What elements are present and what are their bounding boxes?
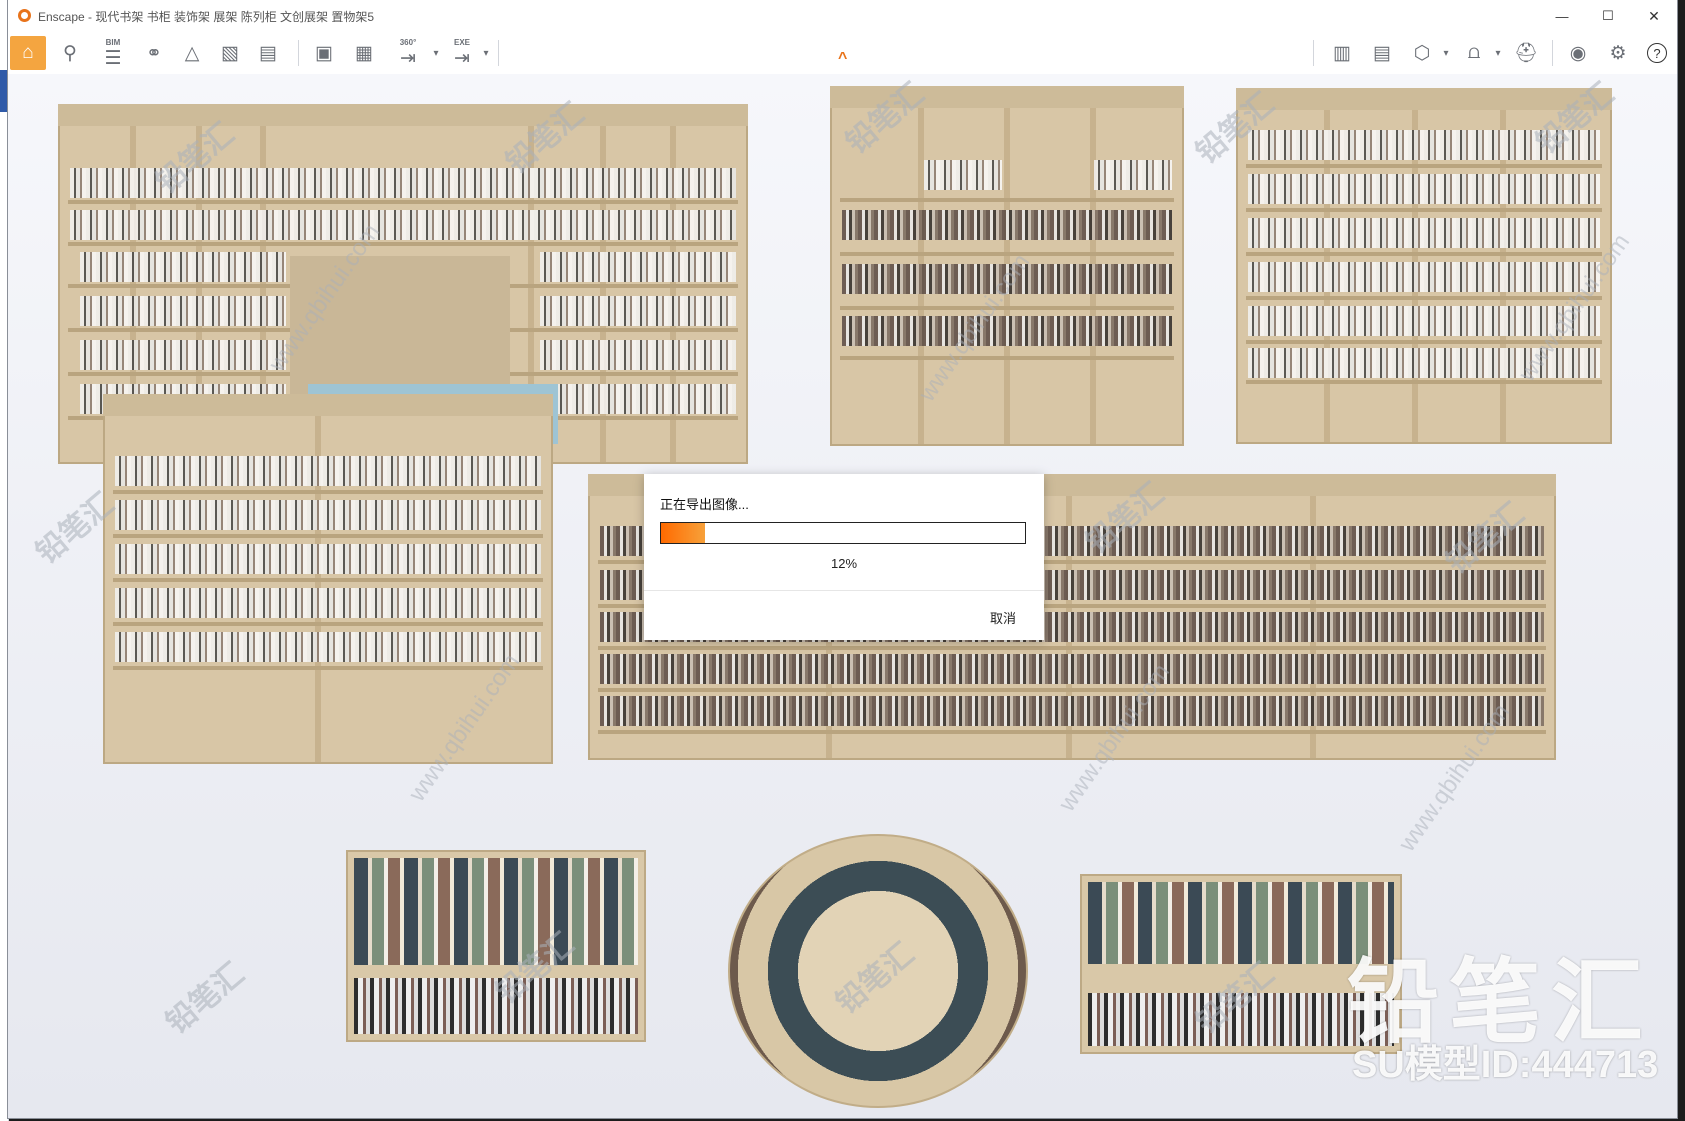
exe-export-button[interactable]: EXE ⇥: [444, 36, 480, 70]
bim-list-icon: ☰: [104, 47, 122, 69]
atmosphere-button[interactable]: △: [176, 36, 208, 70]
view-management-button[interactable]: ⚲: [54, 36, 86, 70]
toolbar-separator: [498, 40, 499, 66]
exe-dropdown[interactable]: ▾: [480, 36, 492, 70]
settings-button[interactable]: ⚙: [1602, 36, 1634, 70]
asset-library-button[interactable]: ▤: [1366, 36, 1398, 70]
dialog-title: 正在导出图像...: [660, 497, 749, 512]
bookcase-top-right: [1236, 88, 1612, 444]
chevron-down-icon: ▾: [1495, 47, 1501, 59]
vr-dropdown[interactable]: ▾: [1492, 36, 1504, 70]
batch-image-icon: ▦: [355, 42, 373, 64]
cancel-button[interactable]: 取消: [990, 608, 1016, 627]
toolbar-separator: [1552, 40, 1553, 66]
home-icon: ⌂: [22, 42, 34, 63]
panorama-label: 360°: [399, 38, 417, 47]
bim-button[interactable]: BIM ☰: [96, 36, 130, 70]
export-icon: ⇥: [454, 47, 470, 69]
box-icon: ⬡: [1413, 42, 1431, 64]
headset-icon: ⛑: [1513, 43, 1539, 64]
collapse-toolbar-icon[interactable]: ^: [838, 50, 847, 68]
title-bar[interactable]: Enscape - 现代书架 书柜 装饰架 展架 陈列柜 文创展架 置物架5 —…: [8, 0, 1677, 32]
progress-fill: [661, 523, 705, 543]
background-window-tab: [0, 70, 8, 112]
help-icon: ?: [1647, 43, 1667, 63]
bookcase-front-left: [103, 394, 553, 764]
materials-button[interactable]: ▧: [214, 36, 246, 70]
progress-percent: 12%: [830, 556, 858, 571]
section-dropdown[interactable]: ▾: [1440, 36, 1452, 70]
dialog-separator: [644, 590, 1044, 591]
section-box-button[interactable]: ⬡: [1406, 36, 1438, 70]
map-icon: ▥: [1333, 42, 1351, 64]
display-table-left: [346, 850, 646, 1042]
enscape-logo-icon: [18, 9, 31, 22]
chevron-down-icon: ▾: [1443, 47, 1449, 59]
asset-library-icon: ▤: [1373, 42, 1391, 64]
toolbar-separator: [1313, 40, 1314, 66]
gear-icon: ⚙: [1609, 42, 1627, 64]
batch-render-button[interactable]: ▦: [348, 36, 380, 70]
binoculars-icon: ⚭: [146, 42, 162, 64]
bim-label: BIM: [105, 38, 121, 47]
toolbar-separator: [298, 40, 299, 66]
screenshot-button[interactable]: ▣: [308, 36, 340, 70]
help-button[interactable]: ?: [1642, 36, 1672, 70]
close-button[interactable]: ✕: [1631, 0, 1677, 32]
ruler-icon: ⩍: [1467, 42, 1481, 63]
collaborative-button[interactable]: ⛑: [1510, 36, 1542, 70]
home-button[interactable]: ⌂: [10, 36, 46, 70]
minimize-button[interactable]: —: [1539, 0, 1585, 32]
video-editor-button[interactable]: ▤: [252, 36, 284, 70]
export-progress-bar: [660, 522, 1026, 544]
export-progress-dialog: 正在导出图像... 12% 取消: [644, 474, 1044, 640]
location-pin-icon: ⚲: [63, 42, 77, 64]
vr-button[interactable]: ⩍: [1458, 36, 1490, 70]
triangle-icon: △: [184, 42, 200, 64]
eye-icon: ◉: [1569, 42, 1587, 64]
panorama-dropdown[interactable]: ▾: [430, 36, 442, 70]
cube-icon: ▧: [221, 42, 239, 64]
maximize-button[interactable]: ☐: [1585, 0, 1631, 32]
image-export-icon: ▣: [315, 42, 333, 64]
chevron-down-icon: ▾: [433, 47, 439, 59]
window-title: Enscape - 现代书架 书柜 装饰架 展架 陈列柜 文创展架 置物架5: [38, 10, 375, 24]
bookcase-top-middle: [830, 86, 1184, 446]
map-button[interactable]: ▥: [1326, 36, 1358, 70]
panorama-button[interactable]: 360° ⇥: [388, 36, 428, 70]
visual-settings-button[interactable]: ◉: [1562, 36, 1594, 70]
exe-label: EXE: [453, 38, 470, 47]
watermark-text: 铅笔汇: [160, 957, 251, 1041]
round-display-stand: [728, 834, 1028, 1108]
chevron-down-icon: ▾: [483, 47, 489, 59]
model-id-watermark: SU模型ID:444713: [1352, 1044, 1659, 1086]
clapperboard-icon: ▤: [259, 42, 277, 64]
panorama-icon: ⇥: [400, 47, 416, 69]
binoculars-button[interactable]: ⚭: [138, 36, 170, 70]
